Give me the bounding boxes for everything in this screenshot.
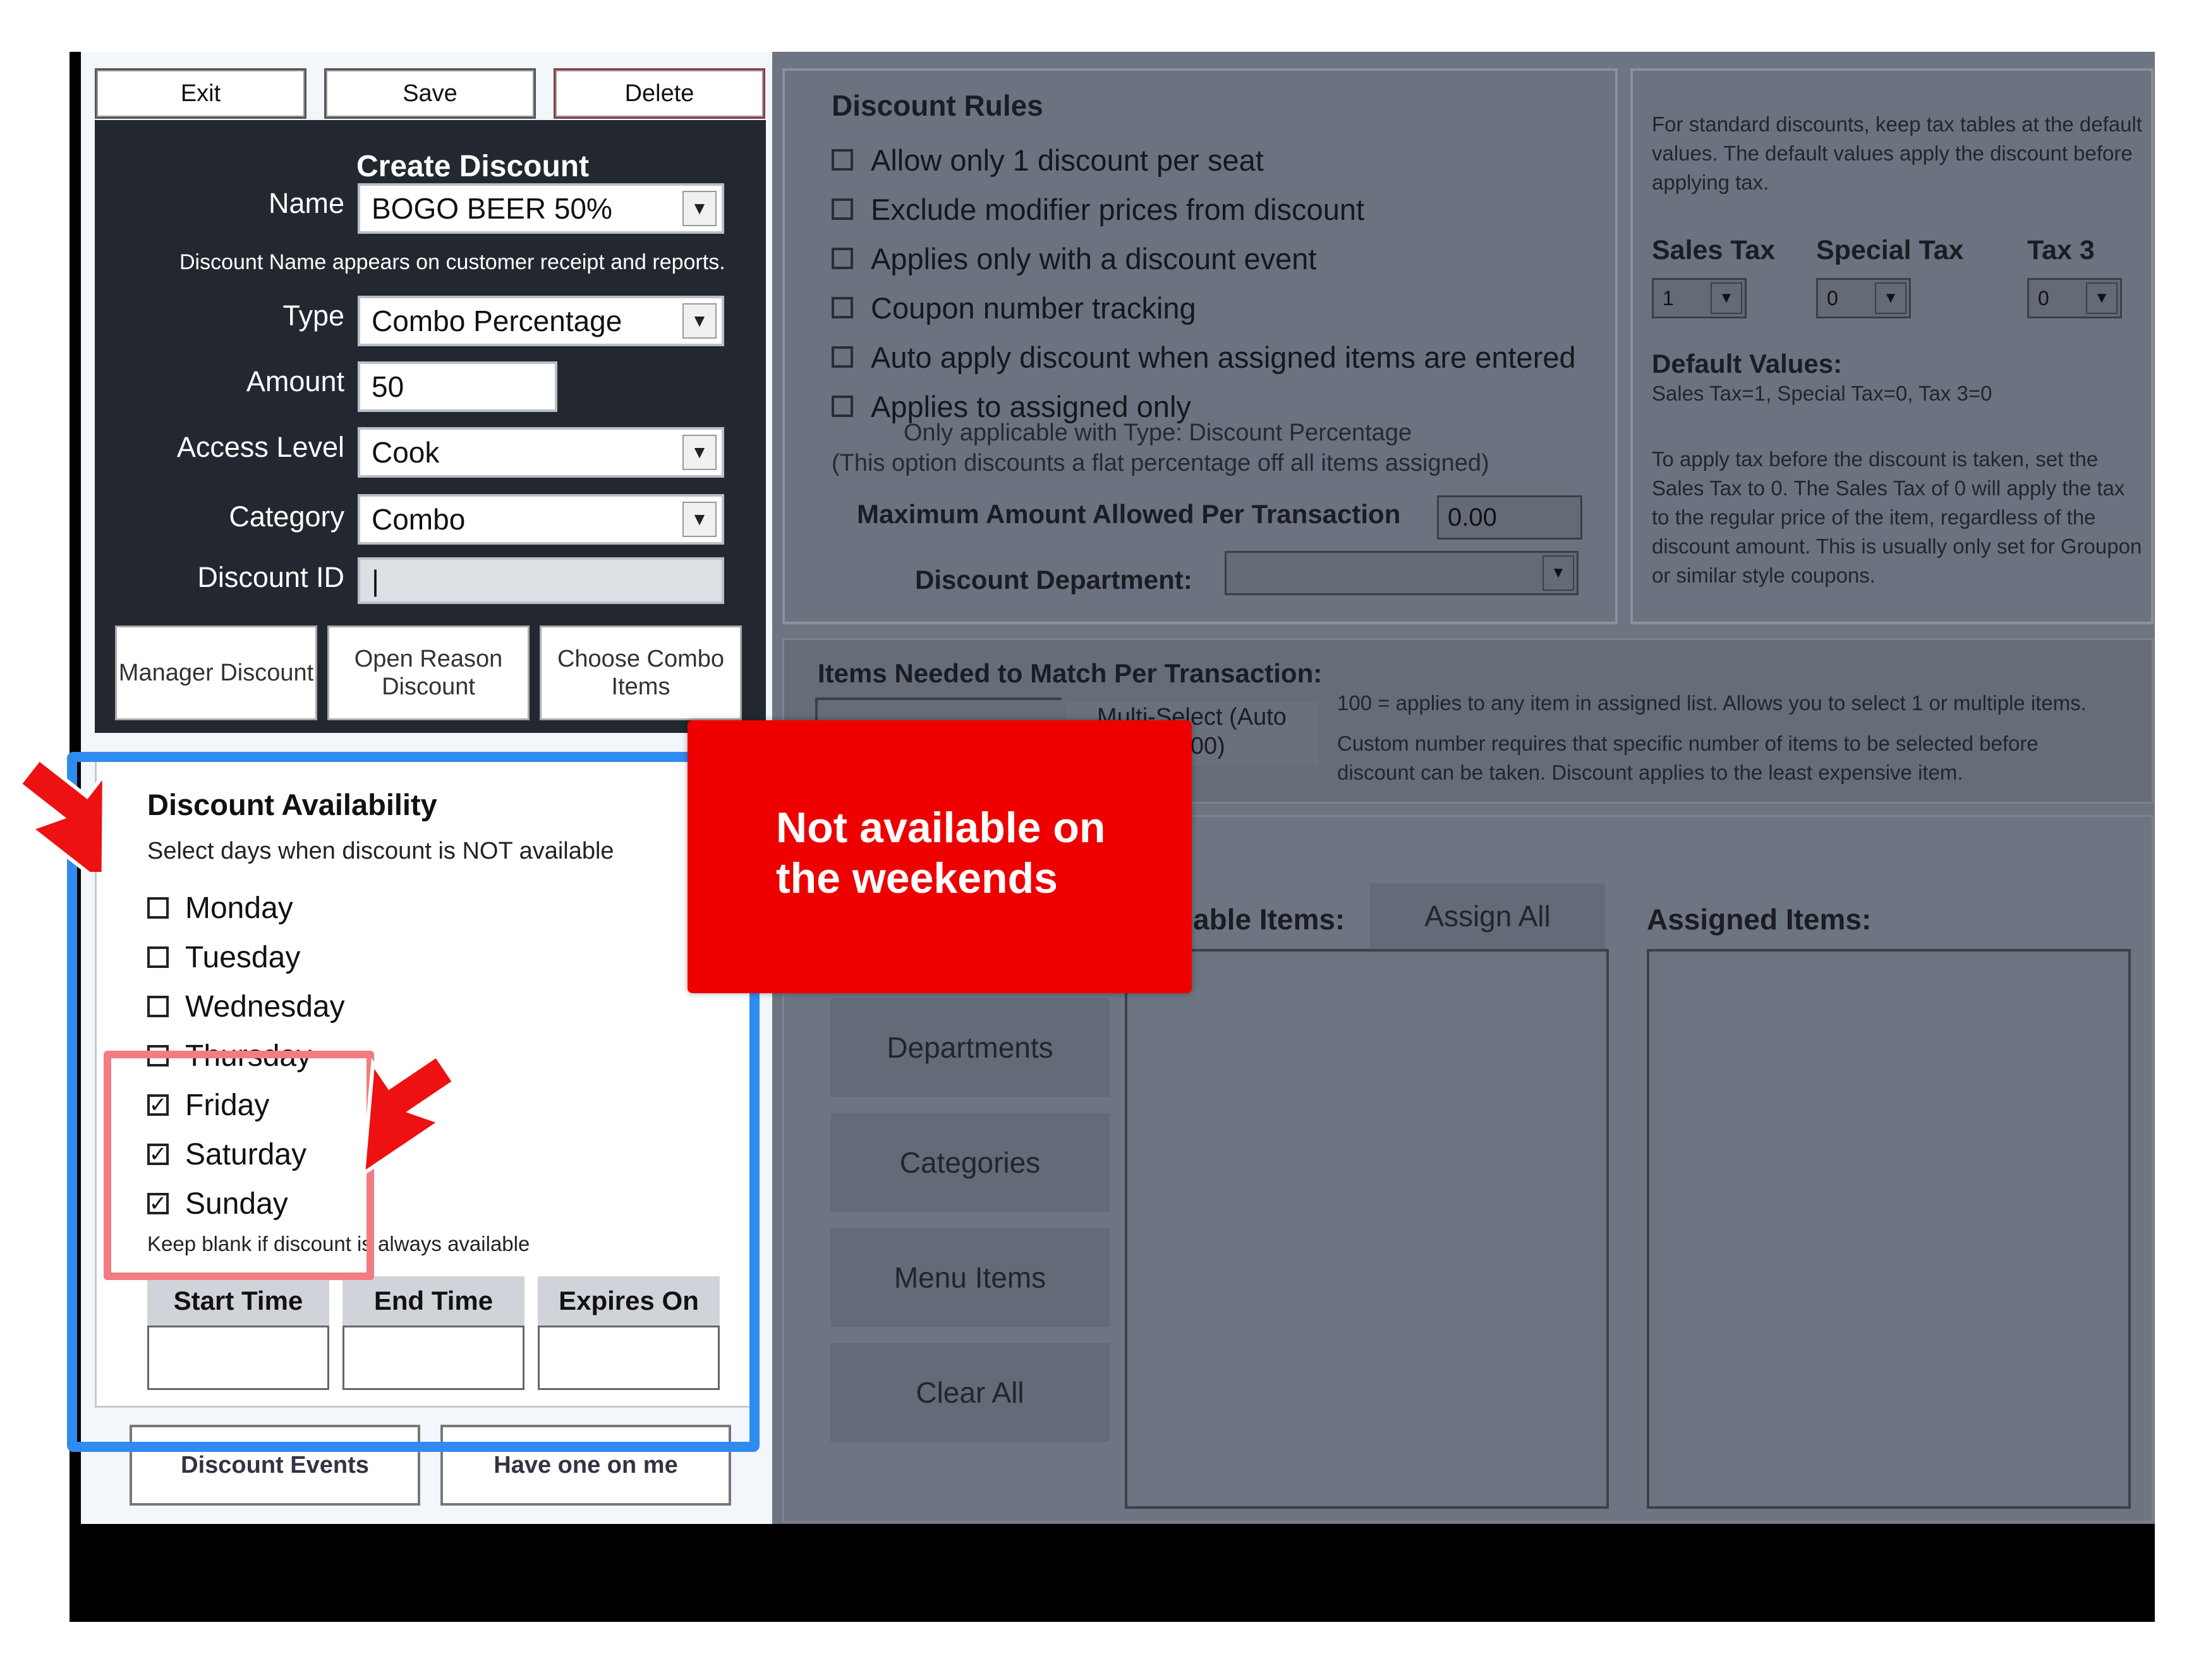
rule-checkbox[interactable] <box>832 346 853 368</box>
chevron-down-icon[interactable]: ▼ <box>682 191 717 226</box>
exit-button[interactable]: Exit <box>95 68 306 119</box>
rule-row[interactable]: Allow only 1 discount per seat <box>832 135 1576 184</box>
discount-department-label: Discount Department: <box>915 565 1192 595</box>
access-level-combo[interactable]: Cook ▼ <box>358 427 724 478</box>
special-tax-label: Special Tax <box>1816 235 1964 265</box>
chevron-down-icon[interactable]: ▼ <box>682 435 717 470</box>
rule-row[interactable]: Auto apply discount when assigned items … <box>832 332 1576 382</box>
assigned-items-label: Assigned Items: <box>1647 903 1872 936</box>
available-items-label: able Items: <box>1193 903 1345 936</box>
access-level-label: Access Level <box>176 431 344 463</box>
chevron-down-icon[interactable]: ▼ <box>1875 282 1906 314</box>
tax3-label: Tax 3 <box>2027 235 2095 265</box>
rule-label: Allow only 1 discount per seat <box>871 143 1264 177</box>
access-level-value: Cook <box>372 436 440 469</box>
default-values-text: Sales Tax=1, Special Tax=0, Tax 3=0 <box>1652 382 1992 405</box>
choose-combo-items-button[interactable]: Choose Combo Items <box>540 625 742 720</box>
rule-label: Applies only with a discount event <box>871 241 1317 275</box>
name-label: Name <box>268 187 344 219</box>
manager-discount-button[interactable]: Manager Discount <box>115 625 317 720</box>
rule-label: Coupon number tracking <box>871 291 1196 325</box>
rule-checkbox[interactable] <box>832 396 853 417</box>
menu-items-button[interactable]: Menu Items <box>830 1228 1110 1327</box>
chevron-down-icon[interactable]: ▼ <box>2086 282 2118 314</box>
save-button[interactable]: Save <box>324 68 536 119</box>
chevron-down-icon[interactable]: ▼ <box>682 303 717 339</box>
categories-button[interactable]: Categories <box>830 1113 1110 1212</box>
type-label: Type <box>282 299 344 332</box>
rule-label: Applies to assigned only <box>871 389 1191 423</box>
type-combo[interactable]: Combo Percentage ▼ <box>358 296 724 346</box>
type-value: Combo Percentage <box>372 305 622 337</box>
amount-value: 50 <box>372 370 404 403</box>
category-label: Category <box>229 500 344 533</box>
rule-row[interactable]: Coupon number tracking <box>832 283 1576 332</box>
discount-department-combo[interactable]: ▼ <box>1225 551 1579 595</box>
departments-button[interactable]: Departments <box>830 998 1110 1097</box>
chevron-down-icon[interactable]: ▼ <box>1542 555 1574 591</box>
sales-tax-value: 1 <box>1663 286 1674 310</box>
amount-label: Amount <box>246 365 344 397</box>
items-needed-desc-2: Custom number requires that specific num… <box>1337 732 2039 784</box>
rule-row[interactable]: Applies only with a discount event <box>832 234 1576 283</box>
name-hint: Discount Name appears on customer receip… <box>179 250 725 274</box>
clear-all-button[interactable]: Clear All <box>830 1343 1110 1442</box>
rule-label: Exclude modifier prices from discount <box>871 192 1365 226</box>
open-reason-discount-button[interactable]: Open Reason Discount <box>327 625 530 720</box>
category-value: Combo <box>372 503 466 536</box>
rule-label: Auto apply discount when assigned items … <box>871 340 1576 374</box>
rule-checkbox[interactable] <box>832 297 853 318</box>
tax3-combo[interactable]: 0 ▼ <box>2027 278 2122 318</box>
discount-id-input[interactable]: | <box>358 557 724 604</box>
special-tax-combo[interactable]: 0 ▼ <box>1816 278 1911 318</box>
tax3-value: 0 <box>2038 286 2049 310</box>
max-amount-label: Maximum Amount Allowed Per Transaction <box>857 499 1401 529</box>
assign-all-button[interactable]: Assign All <box>1370 883 1605 949</box>
rule-checkbox[interactable] <box>832 248 853 269</box>
max-amount-input[interactable]: 0.00 <box>1437 495 1582 540</box>
rule-checkbox[interactable] <box>832 198 853 220</box>
default-values-title: Default Values: <box>1652 349 1843 378</box>
red-arrow-icon <box>17 756 106 872</box>
discount-id-label: Discount ID <box>197 561 344 593</box>
special-tax-value: 0 <box>1827 286 1838 310</box>
chevron-down-icon[interactable]: ▼ <box>1711 282 1742 314</box>
amount-input[interactable]: 50 <box>358 361 557 412</box>
category-combo[interactable]: Combo ▼ <box>358 494 724 545</box>
red-arrow-icon <box>361 1053 457 1178</box>
tax-note: To apply tax before the discount is take… <box>1652 447 2142 587</box>
items-needed-title: Items Needed to Match Per Transaction: <box>818 658 1323 688</box>
rule-row[interactable]: Exclude modifier prices from discount <box>832 184 1576 234</box>
delete-button[interactable]: Delete <box>554 68 765 119</box>
discount-rules-list: Allow only 1 discount per seat Exclude mo… <box>832 135 1576 431</box>
sales-tax-combo[interactable]: 1 ▼ <box>1652 278 1747 318</box>
discount-id-value: | <box>372 564 379 597</box>
name-combo[interactable]: BOGO BEER 50% ▼ <box>358 183 724 234</box>
rules-note-1: Only applicable with Type: Discount Perc… <box>904 420 1412 446</box>
name-value: BOGO BEER 50% <box>372 192 612 225</box>
items-needed-desc-1: 100 = applies to any item in assigned li… <box>1337 691 2087 715</box>
rules-note-2: (This option discounts a flat percentage… <box>832 450 1489 476</box>
sales-tax-label: Sales Tax <box>1652 235 1776 265</box>
create-discount-title: Create Discount <box>356 150 590 183</box>
available-items-list[interactable] <box>1125 949 1609 1509</box>
max-amount-value: 0.00 <box>1448 503 1497 531</box>
chevron-down-icon[interactable]: ▼ <box>682 502 717 537</box>
tax-intro: For standard discounts, keep tax tables … <box>1652 112 2142 194</box>
rule-checkbox[interactable] <box>832 149 853 171</box>
assigned-items-list[interactable] <box>1647 949 2131 1509</box>
callout-text: Not available on the weekends <box>776 804 1106 902</box>
discount-rules-title: Discount Rules <box>832 89 1043 122</box>
